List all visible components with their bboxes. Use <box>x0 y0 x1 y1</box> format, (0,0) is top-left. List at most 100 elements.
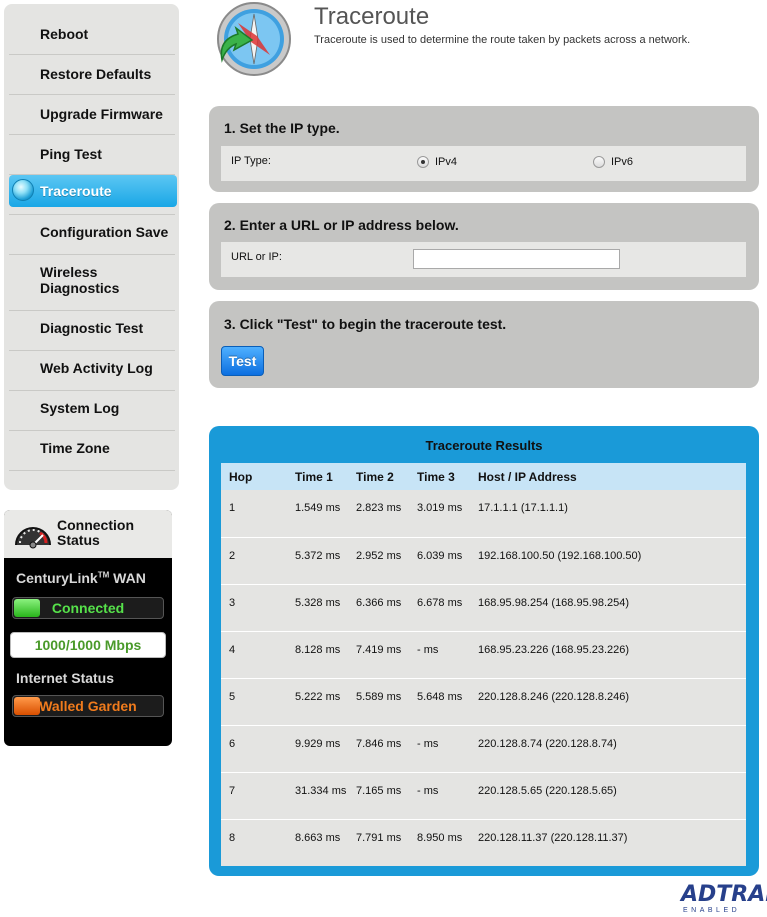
page-title: Traceroute <box>314 3 430 30</box>
page-description: Traceroute is used to determine the rout… <box>314 34 691 46</box>
sidebar-item-label: Diagnostic Test <box>40 320 144 336</box>
connection-status-header: Connection Status <box>4 510 172 558</box>
url-input[interactable] <box>413 249 620 269</box>
test-button[interactable]: Test <box>221 346 264 376</box>
wan-status-text: Connected <box>51 600 125 616</box>
table-cell: 31.334 ms <box>287 771 348 819</box>
results-column-header: Host / IP Address <box>470 463 746 490</box>
table-cell: 5.328 ms <box>287 583 348 631</box>
traceroute-results-panel: Traceroute Results Hop Time 1 Time 2 Time 3… <box>209 426 759 876</box>
wan-trademark: TM <box>97 570 110 580</box>
wan-brand: CenturyLink <box>16 570 98 586</box>
results-title: Traceroute Results <box>425 438 543 453</box>
table-cell: 9.929 ms <box>287 724 348 772</box>
table-cell: 220.128.5.65 (220.128.5.65) <box>470 771 746 819</box>
results-body: 1 1.549 ms 2.823 ms 3.019 ms 17.1.1.1 (17.1.… <box>221 490 746 866</box>
ip-type-label: IP Type: <box>231 155 271 167</box>
sidebar-item-web-activity-log[interactable]: Web Activity Log <box>9 348 175 388</box>
table-cell: - ms <box>409 724 470 772</box>
table-row: 4 8.128 ms 7.419 ms - ms 168.95.23.226 (168.… <box>221 630 746 678</box>
sidebar-item-wireless-diagnostics[interactable]: Wireless Diagnostics <box>9 252 175 308</box>
connection-status-title: Connection Status <box>57 517 134 548</box>
ipv4-radio-dot[interactable] <box>417 156 429 168</box>
sidebar-item-ping-test[interactable]: Ping Test <box>9 134 175 174</box>
speedometer-icon <box>15 527 51 549</box>
url-row: URL or IP: <box>221 242 746 277</box>
table-cell: 8 <box>221 818 287 866</box>
adtran-logo: ADTRAN ENABLED <box>681 884 767 915</box>
sidebar-item-label: Upgrade Firmware <box>40 106 163 122</box>
sidebar-divider <box>9 470 175 471</box>
table-cell: 5.372 ms <box>287 536 348 584</box>
table-cell: 6.366 ms <box>348 583 409 631</box>
table-cell: 6.039 ms <box>409 536 470 584</box>
table-cell: 17.1.1.1 (17.1.1.1) <box>478 502 568 514</box>
table-cell: - ms <box>409 630 470 678</box>
table-cell: 4 <box>221 630 287 678</box>
internet-status-label: Internet Status <box>16 670 115 686</box>
table-cell: 220.128.8.246 (220.128.8.246) <box>470 677 746 725</box>
ipv4-radio-label: IPv4 <box>435 156 458 168</box>
table-cell: 220.128.8.74 (220.128.8.74) <box>470 724 746 772</box>
sidebar-item-label: Reboot <box>40 26 89 42</box>
table-cell: 168.95.98.254 (168.95.98.254) <box>470 583 746 631</box>
ipv6-radio-label: IPv6 <box>611 156 634 168</box>
ipv4-radio[interactable]: IPv4 <box>417 156 457 168</box>
table-cell: 8.128 ms <box>287 630 348 678</box>
table-cell: 8.950 ms <box>409 818 470 866</box>
table-cell: 3 <box>221 583 287 631</box>
sidebar-item-upgrade-firmware[interactable]: Upgrade Firmware <box>9 94 175 134</box>
table-cell: 7.791 ms <box>348 818 409 866</box>
results-column-header: Time 1 <box>287 463 348 490</box>
step2-title: 2. Enter a URL or IP address below. <box>224 217 459 233</box>
table-cell: 1 <box>229 502 236 514</box>
ip-type-row: IP Type: IPv4 IPv6 <box>221 146 746 181</box>
step3-title: 3. Click "Test" to begin the traceroute … <box>224 316 507 332</box>
sidebar-item-system-log[interactable]: System Log <box>9 388 175 428</box>
table-cell: 5.589 ms <box>348 677 409 725</box>
sidebar-item-label: Wireless Diagnostics <box>40 264 120 296</box>
table-cell: 7.846 ms <box>348 724 409 772</box>
internet-status-text: Walled Garden <box>39 698 137 714</box>
step1-title: 1. Set the IP type. <box>224 120 340 136</box>
table-cell: 192.168.100.50 (192.168.100.50) <box>470 536 746 584</box>
table-row: 7 31.334 ms 7.165 ms - ms 220.128.5.65 (220.… <box>221 771 746 819</box>
globe-icon <box>12 179 34 201</box>
url-label: URL or IP: <box>231 251 282 263</box>
internet-status-indicator: Walled Garden <box>12 695 164 717</box>
sidebar-item-label: System Log <box>40 400 120 416</box>
table-cell: 5.222 ms <box>287 677 348 725</box>
results-header-row: Hop Time 1 Time 2 Time 3 Host / IP Address <box>221 463 746 490</box>
sidebar-item-diagnostic-test[interactable]: Diagnostic Test <box>9 308 175 348</box>
connection-status-panel: Connection Status CenturyLinkTM WAN Conn… <box>4 510 172 746</box>
sidebar-item-label: Configuration Save <box>40 224 169 240</box>
sidebar-item-time-zone[interactable]: Time Zone <box>9 428 175 468</box>
table-row: 2 5.372 ms 2.952 ms 6.039 ms 192.168.100.50 … <box>221 536 746 584</box>
results-table: Hop Time 1 Time 2 Time 3 Host / IP Address 1… <box>221 463 746 866</box>
brand-tagline: ENABLED <box>683 907 741 914</box>
sidebar-item-label: Time Zone <box>40 440 110 456</box>
sidebar-item-restore-defaults[interactable]: Restore Defaults <box>9 54 175 94</box>
wan-suffix: WAN <box>113 570 146 586</box>
table-cell: 7.419 ms <box>348 630 409 678</box>
results-column-header: Time 2 <box>348 463 409 490</box>
table-cell: 2.823 ms <box>356 502 402 514</box>
step-ip-type: 1. Set the IP type. IP Type: IPv4 IPv6 <box>209 106 759 192</box>
table-row: 8 8.663 ms 7.791 ms 8.950 ms 220.128.11.37 (… <box>221 818 746 866</box>
table-cell: - ms <box>409 771 470 819</box>
sidebar-nav: Reboot Restore Defaults Upgrade Firmware Pi… <box>4 4 179 490</box>
wan-label: CenturyLinkTM WAN <box>16 570 146 586</box>
sidebar-item-label: Ping Test <box>40 146 102 162</box>
table-cell: 7.165 ms <box>348 771 409 819</box>
sidebar-item-configuration-save[interactable]: Configuration Save <box>9 212 175 252</box>
ipv6-radio[interactable]: IPv6 <box>593 156 633 168</box>
sidebar-item-reboot[interactable]: Reboot <box>9 14 175 54</box>
table-cell: 7 <box>221 771 287 819</box>
step-run-test: 3. Click "Test" to begin the traceroute … <box>209 301 759 388</box>
table-cell: 1.549 ms <box>295 502 341 514</box>
sidebar-item-traceroute[interactable]: Traceroute <box>9 175 177 207</box>
sidebar-item-label: Traceroute <box>40 183 112 199</box>
step-url-entry: 2. Enter a URL or IP address below. URL … <box>209 203 759 290</box>
table-cell: 8.663 ms <box>287 818 348 866</box>
ipv6-radio-dot[interactable] <box>593 156 605 168</box>
